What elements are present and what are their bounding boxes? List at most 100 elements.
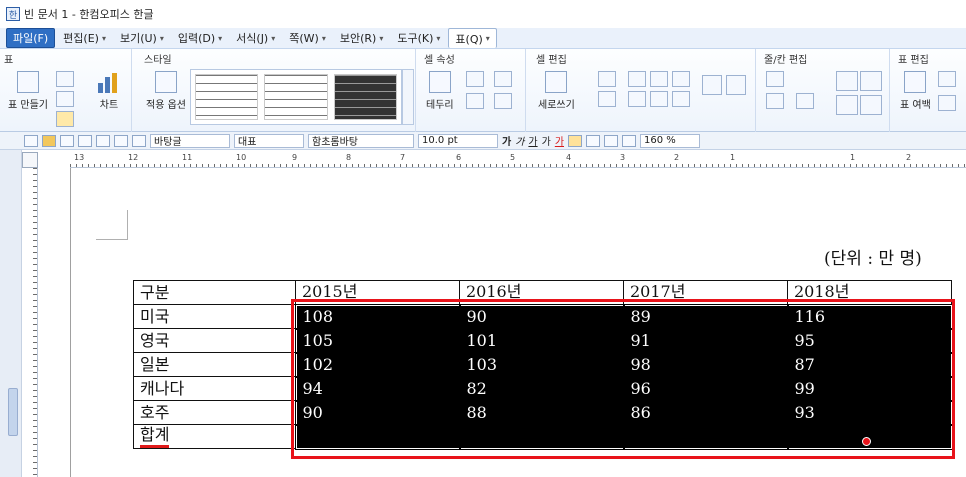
preview-icon[interactable] (96, 134, 110, 147)
table-convert-icon[interactable] (56, 91, 74, 107)
italic-button[interactable]: 가 (515, 134, 524, 148)
underline-button[interactable]: 가 (528, 134, 537, 148)
table-cell[interactable]: 82 (458, 375, 625, 402)
align-middle-icon[interactable] (598, 91, 616, 107)
align-right-icon[interactable] (622, 134, 637, 147)
table-cell[interactable]: 98 (622, 351, 789, 378)
border-button[interactable]: 테두리 (426, 71, 454, 111)
table-draw-icon[interactable] (56, 111, 74, 127)
table-cell[interactable]: 95 (786, 327, 953, 354)
menu-tools[interactable]: 도구(K) ▾ (391, 28, 446, 48)
line-spacing-input[interactable]: 160 % (640, 133, 701, 148)
horizontal-ruler[interactable]: 13 12 11 10 9 8 7 6 5 4 3 2 1 1 2 (70, 152, 966, 168)
menu-table[interactable]: 표(Q) ▾ (448, 28, 497, 48)
style-thumb[interactable] (264, 74, 328, 120)
print-icon[interactable] (78, 134, 92, 147)
align-center-icon[interactable] (650, 71, 668, 87)
pen-color-icon[interactable] (466, 71, 484, 87)
table-header-label[interactable]: 구분 (133, 280, 296, 305)
menu-format[interactable]: 서식(J) ▾ (230, 28, 281, 48)
align-left-icon[interactable] (628, 71, 646, 87)
table-header-year[interactable]: 2018년 (787, 280, 952, 305)
vertical-ruler[interactable] (22, 168, 38, 477)
font-select[interactable]: 함초롬바탕 (308, 133, 414, 148)
equal-rows-icon[interactable] (836, 95, 858, 115)
menu-edit[interactable]: 편집(E) ▾ (57, 28, 112, 48)
make-table-button[interactable]: 표 만들기 (8, 71, 48, 111)
table-cell[interactable]: 108 (294, 303, 461, 330)
table-cell[interactable] (458, 423, 625, 450)
style-thumb[interactable] (195, 74, 259, 120)
valign-bottom-icon[interactable] (672, 91, 690, 107)
style-thumb[interactable] (333, 74, 397, 120)
open-folder-icon[interactable] (42, 134, 56, 147)
table-cell[interactable] (622, 423, 789, 450)
table-cell[interactable] (786, 423, 953, 450)
col-width-icon[interactable] (860, 71, 882, 91)
undo-icon[interactable] (114, 134, 128, 147)
table-props-icon[interactable] (938, 71, 956, 87)
row-height-icon[interactable] (836, 71, 858, 91)
apply-options-button[interactable]: 적용 옵션 (146, 71, 186, 111)
table-margin-button[interactable]: 표 여백 (900, 71, 931, 111)
font-size-input[interactable]: 10.0 pt (418, 133, 498, 148)
vertical-write-button[interactable]: 세로쓰기 (538, 71, 575, 111)
merge-cells-icon[interactable] (702, 75, 722, 95)
menu-page[interactable]: 쪽(W) ▾ (283, 28, 332, 48)
table-cell[interactable]: 88 (458, 399, 625, 426)
table-cell[interactable]: 96 (622, 375, 789, 402)
chart-button[interactable]: 차트 (98, 71, 120, 111)
text-color-button[interactable]: 가 (555, 134, 564, 148)
table-header-year[interactable]: 2015년 (295, 280, 460, 305)
line-width-icon[interactable] (494, 93, 512, 109)
table-cell[interactable]: 105 (294, 327, 461, 354)
table-cell[interactable]: 102 (294, 351, 461, 378)
gallery-scrollbar[interactable] (402, 69, 414, 125)
table-cell[interactable]: 91 (622, 327, 789, 354)
line-style-icon[interactable] (494, 71, 512, 87)
table-cell[interactable]: 99 (786, 375, 953, 402)
row-label[interactable]: 영국 (133, 328, 296, 353)
table-cell[interactable]: 90 (294, 399, 461, 426)
row-label[interactable]: 호주 (133, 400, 296, 425)
align-left-icon[interactable] (586, 134, 601, 147)
menu-view[interactable]: 보기(U) ▾ (114, 28, 170, 48)
table-cell[interactable] (294, 423, 461, 450)
delete-icon[interactable] (796, 93, 814, 109)
menu-insert[interactable]: 입력(D) ▾ (172, 28, 228, 48)
table-edit-icon[interactable] (56, 71, 74, 87)
row-label[interactable]: 캐나다 (133, 376, 296, 401)
table-cell[interactable]: 94 (294, 375, 461, 402)
table-cell[interactable]: 93 (786, 399, 953, 426)
table-split-icon[interactable] (938, 95, 956, 111)
table-cell[interactable]: 90 (458, 303, 625, 330)
align-justify-icon[interactable] (568, 134, 583, 147)
panel-toggle-handle[interactable] (8, 388, 18, 436)
strike-button[interactable]: 가 (542, 134, 551, 148)
ruler-corner[interactable] (22, 152, 38, 168)
row-label[interactable]: 미국 (133, 304, 296, 329)
table-header-year[interactable]: 2016년 (459, 280, 624, 305)
table-cell[interactable]: 116 (786, 303, 953, 330)
table-cell[interactable]: 86 (622, 399, 789, 426)
data-table[interactable]: 구분 2015년 2016년 2017년 2018년 미국 108 90 89 … (133, 280, 953, 450)
menu-file[interactable]: 파일(F) (6, 28, 56, 48)
style-select[interactable]: 바탕글 (150, 133, 230, 148)
menu-security[interactable]: 보안(R) ▾ (334, 28, 389, 48)
bold-button[interactable]: 가 (502, 134, 511, 148)
align-center-icon[interactable] (604, 134, 619, 147)
valign-middle-icon[interactable] (650, 91, 668, 107)
equal-cols-icon[interactable] (860, 95, 882, 115)
table-cell[interactable]: 101 (458, 327, 625, 354)
new-document-icon[interactable] (24, 134, 38, 147)
table-style-gallery[interactable] (190, 69, 402, 125)
table-header-year[interactable]: 2017년 (623, 280, 788, 305)
align-right-icon[interactable] (672, 71, 690, 87)
fill-color-icon[interactable] (466, 93, 484, 109)
valign-top-icon[interactable] (628, 91, 646, 107)
language-select[interactable]: 대표 (234, 133, 304, 148)
table-cell[interactable]: 89 (622, 303, 789, 330)
split-cells-icon[interactable] (726, 75, 746, 95)
unit-label[interactable]: (단위 : 만 명) (824, 244, 922, 269)
insert-row-icon[interactable] (766, 71, 784, 87)
